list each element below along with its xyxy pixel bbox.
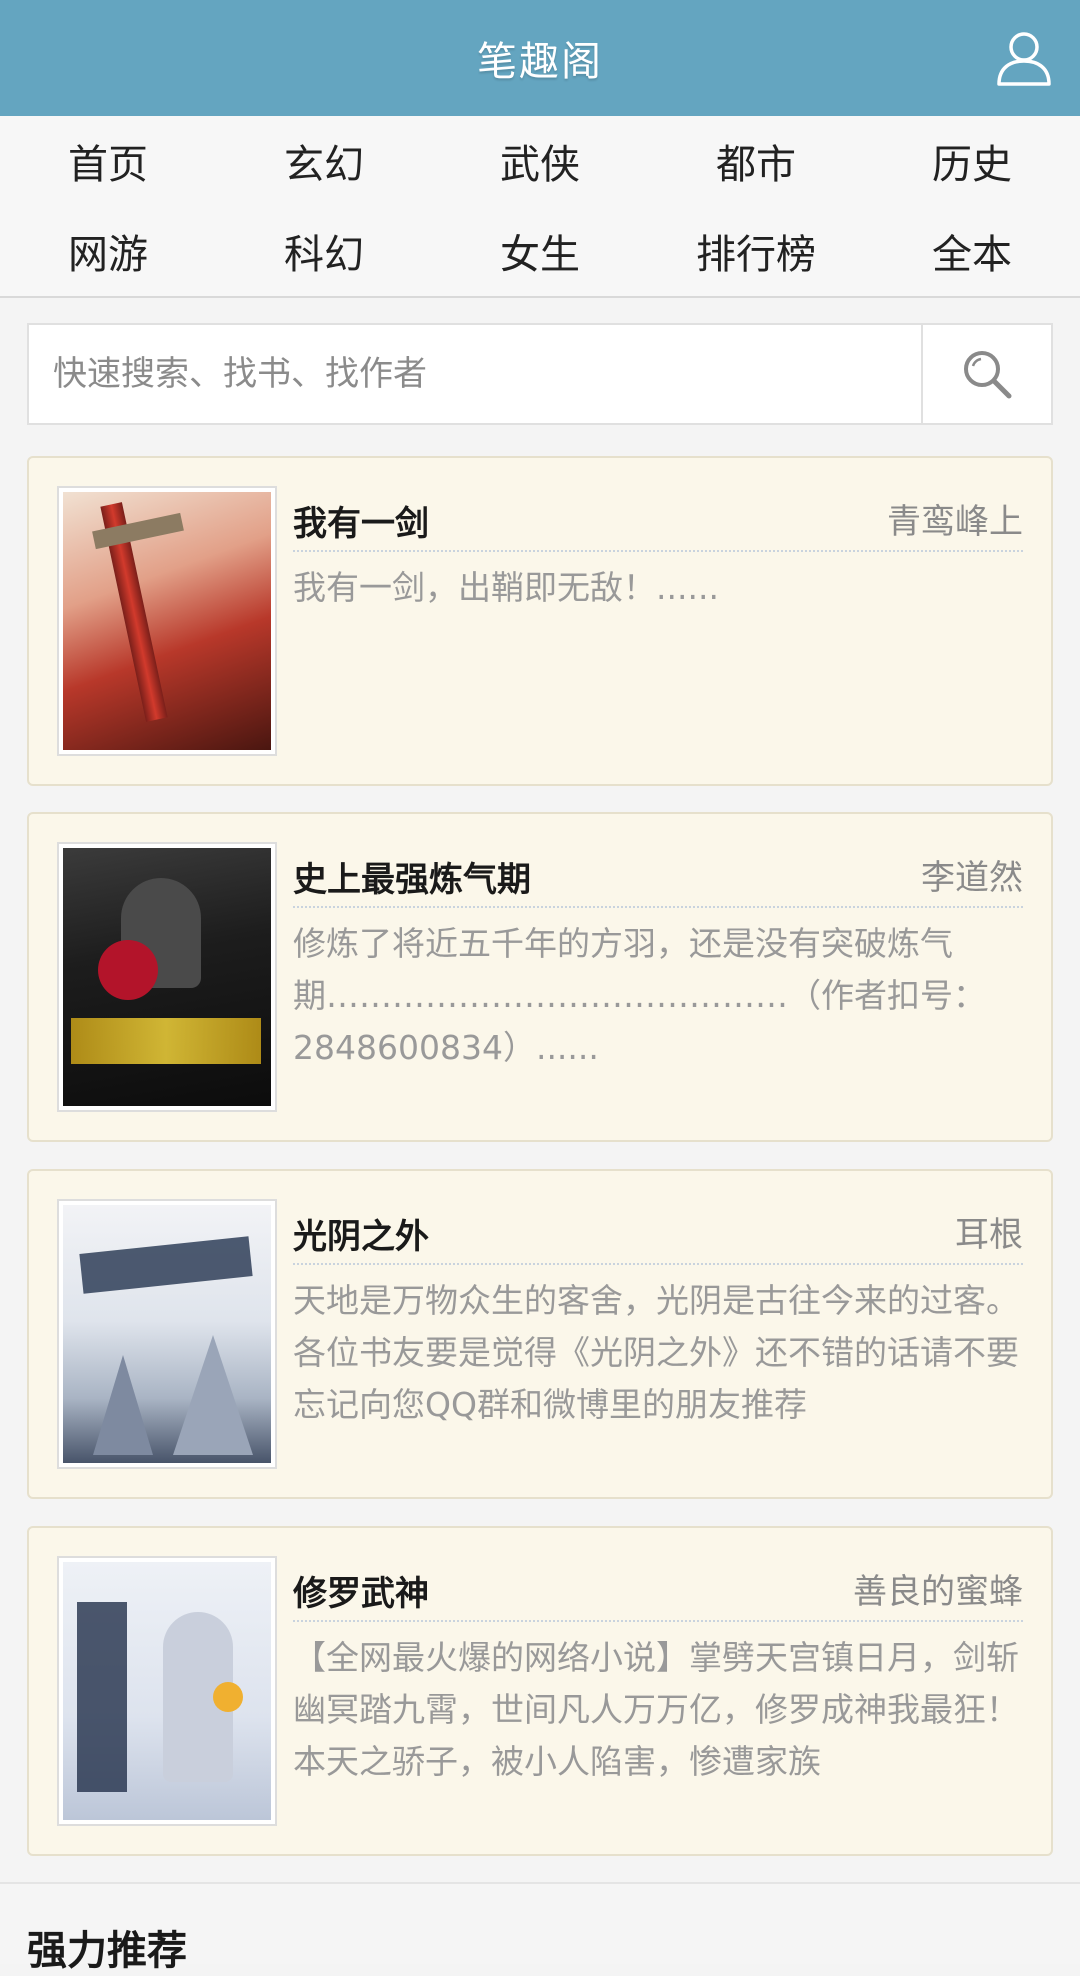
nav-item-lishi[interactable]: 历史 xyxy=(864,116,1080,206)
book-cover-image xyxy=(63,492,271,750)
recommend-section: 强力推荐 xyxy=(0,1882,1080,1974)
nav-item-dushi[interactable]: 都市 xyxy=(648,116,864,206)
category-nav: 首页 玄幻 武侠 都市 历史 网游 科幻 女生 排行榜 全本 xyxy=(0,116,1080,298)
book-card[interactable]: 光阴之外 耳根 天地是万物众生的客舍，光阴是古往今来的过客。各位书友要是觉得《光… xyxy=(27,1169,1053,1499)
book-cover[interactable] xyxy=(57,486,277,756)
user-icon[interactable] xyxy=(994,28,1054,88)
book-card[interactable]: 史上最强炼气期 李道然 修炼了将近五千年的方羽，还是没有突破炼气期…………………… xyxy=(27,812,1053,1142)
nav-item-home[interactable]: 首页 xyxy=(0,116,216,206)
book-cover[interactable] xyxy=(57,1556,277,1826)
book-description: 我有一剑，出鞘即无敌！...... xyxy=(293,568,719,607)
book-author[interactable]: 耳根 xyxy=(955,1207,1023,1256)
divider xyxy=(293,906,1023,908)
search-input[interactable] xyxy=(29,325,921,423)
site-title: 笔趣阁 xyxy=(477,39,603,85)
divider xyxy=(293,1620,1023,1622)
book-title[interactable]: 史上最强炼气期 xyxy=(293,852,531,901)
section-title: 强力推荐 xyxy=(27,1928,187,1974)
book-author[interactable]: 青鸾峰上 xyxy=(887,494,1023,543)
book-card[interactable]: 我有一剑 青鸾峰上 我有一剑，出鞘即无敌！...... xyxy=(27,456,1053,786)
nav-item-wangyou[interactable]: 网游 xyxy=(0,206,216,296)
book-card[interactable]: 修罗武神 善良的蜜蜂 【全网最火爆的网络小说】掌劈天宫镇日月，剑斩幽冥踏九霄，世… xyxy=(27,1526,1053,1856)
book-author[interactable]: 善良的蜜蜂 xyxy=(853,1564,1023,1613)
nav-item-quanben[interactable]: 全本 xyxy=(864,206,1080,296)
book-author[interactable]: 李道然 xyxy=(921,850,1023,899)
book-cover[interactable] xyxy=(57,1199,277,1469)
nav-item-ranking[interactable]: 排行榜 xyxy=(648,206,864,296)
book-cover-image xyxy=(63,1562,271,1820)
nav-item-xuanhuan[interactable]: 玄幻 xyxy=(216,116,432,206)
search-button[interactable] xyxy=(921,325,1051,423)
book-title[interactable]: 我有一剑 xyxy=(293,496,429,545)
book-cover-image xyxy=(63,848,271,1106)
nav-item-kehuan[interactable]: 科幻 xyxy=(216,206,432,296)
nav-item-nvsheng[interactable]: 女生 xyxy=(432,206,648,296)
search-icon xyxy=(964,351,1012,399)
book-description: 天地是万物众生的客舍，光阴是古往今来的过客。各位书友要是觉得《光阴之外》还不错的… xyxy=(293,1281,1019,1424)
nav-item-wuxia[interactable]: 武侠 xyxy=(432,116,648,206)
search-bar xyxy=(27,323,1053,425)
book-description: 修炼了将近五千年的方羽，还是没有突破炼气期……………………………………（作者扣号… xyxy=(293,924,986,1067)
divider xyxy=(293,1263,1023,1265)
book-cover-image xyxy=(63,1205,271,1463)
book-title[interactable]: 修罗武神 xyxy=(293,1566,429,1615)
book-description: 【全网最火爆的网络小说】掌劈天宫镇日月，剑斩幽冥踏九霄，世间凡人万万亿，修罗成神… xyxy=(293,1638,1019,1781)
divider xyxy=(293,550,1023,552)
book-title[interactable]: 光阴之外 xyxy=(293,1209,429,1258)
top-bar: 笔趣阁 xyxy=(0,0,1080,116)
book-cover[interactable] xyxy=(57,842,277,1112)
